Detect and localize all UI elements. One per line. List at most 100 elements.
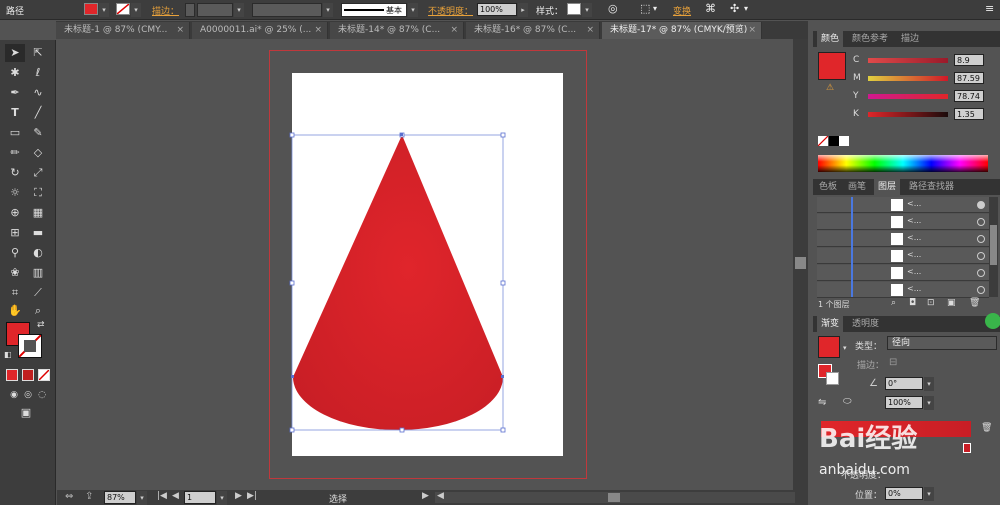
stroke-color-box[interactable]: [18, 334, 42, 358]
selection-handle[interactable]: [500, 280, 506, 286]
tab-transparency[interactable]: 透明度: [848, 316, 883, 332]
close-icon[interactable]: ×: [586, 22, 594, 38]
slider-value[interactable]: 8.9: [954, 54, 984, 66]
stroke-swatch[interactable]: [116, 3, 130, 15]
tab-untitled-16[interactable]: 未标题-16* @ 87% (C... ×: [466, 22, 600, 39]
warp-tool-icon[interactable]: ☼: [5, 184, 25, 202]
magic-wand-icon[interactable]: ✱: [5, 64, 25, 82]
mesh-tool-icon[interactable]: ⊞: [5, 224, 25, 242]
opacity-dropdown-icon[interactable]: ▸: [518, 3, 528, 17]
close-icon[interactable]: ×: [314, 22, 322, 38]
rotate-tool-icon[interactable]: ↻: [5, 164, 25, 182]
free-transform-icon[interactable]: ⛶: [28, 184, 48, 202]
slider-track[interactable]: [868, 76, 948, 81]
stroke-dropdown-icon[interactable]: ▾: [131, 3, 141, 17]
position-input[interactable]: 0%: [885, 487, 923, 500]
new-sublayer-icon[interactable]: ⊡: [927, 298, 935, 308]
float-badge-icon[interactable]: [985, 313, 1000, 329]
style-dropdown-icon[interactable]: ▾: [582, 3, 592, 17]
gradient-tool-icon[interactable]: ▬: [28, 224, 48, 242]
isolate-icon[interactable]: ⬚: [640, 2, 650, 15]
tab-untitled-14[interactable]: 未标题-14* @ 87% (C... ×: [330, 22, 464, 39]
target-icon[interactable]: [977, 201, 985, 209]
anchor-point[interactable]: [400, 133, 403, 136]
artboard-dropdown-icon[interactable]: ▾: [217, 491, 227, 505]
delete-stop-icon[interactable]: 🗑: [981, 423, 992, 433]
gradient-swatch-dropdown-icon[interactable]: ▾: [843, 344, 847, 352]
eraser-icon[interactable]: ◇: [28, 144, 48, 162]
symbol-sprayer-icon[interactable]: ❀: [5, 264, 25, 282]
selection-handle[interactable]: [399, 427, 405, 433]
transform-each-icon[interactable]: ⌘: [705, 2, 716, 15]
vertical-scrollbar[interactable]: [793, 39, 808, 490]
brush-dropdown-icon[interactable]: ▾: [408, 3, 418, 17]
reverse-gradient-icon[interactable]: ⇋: [818, 397, 826, 408]
close-icon[interactable]: ×: [450, 22, 458, 38]
isolate-dropdown-icon[interactable]: ▾: [653, 4, 657, 13]
next-artboard-icon[interactable]: ▶: [235, 491, 242, 501]
anchor-point[interactable]: [501, 375, 504, 378]
brush-definition[interactable]: 基本: [341, 3, 407, 17]
rectangle-tool-icon[interactable]: ▭: [5, 124, 25, 142]
scroll-left-icon[interactable]: ◀: [437, 491, 444, 501]
layer-row[interactable]: <...: [817, 214, 989, 230]
black-swatch[interactable]: [829, 136, 839, 146]
tab-color[interactable]: 颜色: [817, 31, 844, 47]
tab-a0000011[interactable]: A0000011.ai* @ 25% (... ×: [192, 22, 328, 39]
anchor-point[interactable]: [291, 375, 294, 378]
layer-row[interactable]: <...: [817, 248, 989, 264]
tab-untitled-1[interactable]: 未标题-1 @ 87% (CMY... ×: [56, 22, 190, 39]
align-dropdown-icon[interactable]: ▾: [744, 4, 748, 13]
scrollbar-thumb[interactable]: [990, 225, 997, 265]
tab-stroke[interactable]: 描边: [897, 31, 923, 47]
draw-inside-icon[interactable]: ◌: [32, 386, 52, 404]
layer-row[interactable]: <...: [817, 197, 989, 213]
target-icon[interactable]: [977, 269, 985, 277]
graph-tool-icon[interactable]: ▥: [28, 264, 48, 282]
gradient-swatch[interactable]: [818, 336, 840, 358]
selection-handle[interactable]: [289, 280, 295, 286]
canvas-area[interactable]: [57, 39, 808, 490]
none-swatch[interactable]: [817, 135, 829, 147]
pen-tool-icon[interactable]: ✒: [5, 84, 25, 102]
default-colors-icon[interactable]: ◧: [4, 350, 12, 359]
scrollbar-thumb[interactable]: [795, 257, 806, 269]
layer-row[interactable]: <...: [817, 265, 989, 281]
stroke-stepper[interactable]: [185, 3, 195, 17]
line-tool-icon[interactable]: ╱: [28, 104, 48, 122]
color-spectrum[interactable]: [818, 155, 988, 172]
aspect-ratio-input[interactable]: 100%: [885, 396, 923, 409]
stroke-gradient-icon[interactable]: ⊟: [889, 357, 897, 368]
gradient-mode-icon[interactable]: [22, 369, 34, 381]
new-layer-icon[interactable]: ▣: [947, 298, 956, 308]
angle-input[interactable]: 0°: [885, 377, 923, 390]
color-fill-swatch[interactable]: [818, 52, 846, 80]
perspective-grid-icon[interactable]: ▦: [28, 204, 48, 222]
color-mode-icon[interactable]: [6, 369, 18, 381]
blend-tool-icon[interactable]: ◐: [28, 244, 48, 262]
clipping-mask-icon[interactable]: ◘: [909, 298, 916, 308]
target-icon[interactable]: [977, 286, 985, 294]
pencil-icon[interactable]: ✏: [5, 144, 25, 162]
aspect-dropdown-icon[interactable]: ▾: [924, 396, 934, 410]
selection-handle[interactable]: [500, 132, 506, 138]
artboard-number-input[interactable]: 1: [184, 491, 216, 504]
tab-swatches[interactable]: 色板: [815, 179, 841, 195]
zoom-tool-icon[interactable]: ⌕: [28, 302, 48, 320]
prev-artboard-icon[interactable]: ◀: [172, 491, 179, 501]
opacity-input[interactable]: 100%: [477, 3, 517, 16]
align-icon[interactable]: ✣: [730, 2, 739, 15]
last-artboard-icon[interactable]: ▶|: [247, 491, 257, 501]
variable-width-profile[interactable]: [252, 3, 322, 17]
direct-selection-tool-icon[interactable]: ⇱: [28, 44, 48, 62]
shape-builder-icon[interactable]: ⊕: [5, 204, 25, 222]
selection-tool-icon[interactable]: ➤: [5, 44, 25, 62]
slice-tool-icon[interactable]: ⟋: [28, 284, 48, 302]
lasso-icon[interactable]: ℓ: [28, 64, 48, 82]
tab-pathfinder[interactable]: 路径查找器: [905, 179, 958, 195]
paintbrush-icon[interactable]: ✎: [28, 124, 48, 142]
profile-dropdown-icon[interactable]: ▾: [323, 3, 333, 17]
out-of-gamut-icon[interactable]: ⚠: [826, 83, 834, 93]
horizontal-scrollbar[interactable]: ◀: [435, 491, 795, 503]
angle-dropdown-icon[interactable]: ▾: [924, 377, 934, 391]
